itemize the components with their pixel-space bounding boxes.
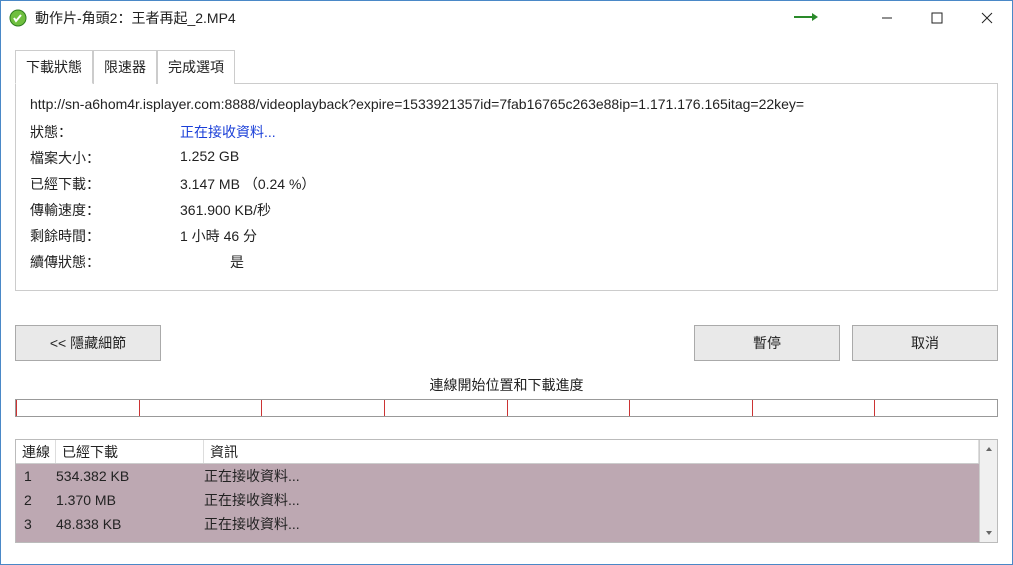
grid-body: 1534.382 KB正在接收資料...21.370 MB正在接收資料...34… bbox=[16, 464, 979, 542]
content-area: 下載狀態 限速器 完成選項 http://sn-a6hom4r.isplayer… bbox=[1, 35, 1012, 564]
filesize-value: 1.252 GB bbox=[180, 148, 983, 168]
tab-bar: 下載狀態 限速器 完成選項 bbox=[15, 49, 998, 84]
status-label: 狀態： bbox=[30, 122, 180, 142]
progress-segment-marker bbox=[507, 400, 508, 416]
transfer-animation-icon bbox=[792, 10, 822, 27]
cell-n: 3 bbox=[16, 516, 56, 532]
segmented-progress-bar bbox=[15, 399, 998, 417]
titlebar: 動作片-角頭2：王者再起_2.MP4 bbox=[1, 1, 1012, 35]
table-row[interactable]: 348.838 KB正在接收資料... bbox=[16, 512, 979, 536]
speed-label: 傳輸速度： bbox=[30, 200, 180, 220]
progress-segment-marker bbox=[874, 400, 875, 416]
progress-segment-marker bbox=[629, 400, 630, 416]
col-header-downloaded[interactable]: 已經下載 bbox=[56, 440, 204, 463]
window-title: 動作片-角頭2：王者再起_2.MP4 bbox=[35, 8, 236, 28]
speed-value: 361.900 KB/秒 bbox=[180, 200, 983, 220]
table-row[interactable]: 21.370 MB正在接收資料... bbox=[16, 488, 979, 512]
col-header-n[interactable]: 連線 bbox=[16, 440, 56, 463]
maximize-button[interactable] bbox=[912, 1, 962, 35]
hide-details-button[interactable]: << 隱藏細節 bbox=[15, 325, 161, 361]
progress-segment-marker bbox=[752, 400, 753, 416]
tab-speed-limiter[interactable]: 限速器 bbox=[93, 50, 157, 84]
scroll-up-icon[interactable] bbox=[980, 440, 997, 458]
download-url: http://sn-a6hom4r.isplayer.com:8888/vide… bbox=[30, 96, 983, 112]
filesize-label: 檔案大小： bbox=[30, 148, 180, 168]
cell-downloaded: 48.838 KB bbox=[56, 516, 204, 532]
progress-segment-marker bbox=[16, 400, 17, 416]
status-panel: http://sn-a6hom4r.isplayer.com:8888/vide… bbox=[15, 84, 998, 291]
cell-info: 正在接收資料... bbox=[204, 466, 979, 486]
status-value: 正在接收資料... bbox=[180, 122, 983, 142]
download-progress-window: 動作片-角頭2：王者再起_2.MP4 下載狀態 限速器 完成選項 http://… bbox=[0, 0, 1013, 565]
resume-value: 是 bbox=[180, 252, 983, 272]
cancel-button[interactable]: 取消 bbox=[852, 325, 998, 361]
cell-downloaded: 1.370 MB bbox=[56, 492, 204, 508]
connections-grid: 連線 已經下載 資訊 1534.382 KB正在接收資料...21.370 MB… bbox=[15, 439, 998, 543]
cell-info: 正在接收資料... bbox=[204, 514, 979, 534]
stats-grid: 狀態： 正在接收資料... 檔案大小： 1.252 GB 已經下載： 3.147… bbox=[30, 122, 983, 272]
grid-header: 連線 已經下載 資訊 bbox=[16, 440, 979, 464]
remaining-value: 1 小時 46 分 bbox=[180, 226, 983, 246]
tab-download-status[interactable]: 下載狀態 bbox=[15, 50, 93, 84]
button-row: << 隱藏細節 暫停 取消 bbox=[15, 325, 998, 361]
tab-options-on-complete[interactable]: 完成選項 bbox=[157, 50, 235, 84]
progress-segment-marker bbox=[384, 400, 385, 416]
col-header-info[interactable]: 資訊 bbox=[204, 440, 979, 463]
resume-label: 續傳狀態： bbox=[30, 252, 180, 272]
remaining-label: 剩餘時間： bbox=[30, 226, 180, 246]
progress-segment-marker bbox=[261, 400, 262, 416]
downloaded-value: 3.147 MB （0.24 %） bbox=[180, 174, 983, 194]
minimize-button[interactable] bbox=[862, 1, 912, 35]
progress-segment-marker bbox=[139, 400, 140, 416]
progress-caption: 連線開始位置和下載進度 bbox=[15, 375, 998, 395]
pause-button[interactable]: 暫停 bbox=[694, 325, 840, 361]
downloaded-label: 已經下載： bbox=[30, 174, 180, 194]
close-button[interactable] bbox=[962, 1, 1012, 35]
cell-n: 1 bbox=[16, 468, 56, 484]
scrollbar[interactable] bbox=[979, 440, 997, 542]
scroll-down-icon[interactable] bbox=[980, 524, 997, 542]
table-row[interactable]: 1534.382 KB正在接收資料... bbox=[16, 464, 979, 488]
window-controls bbox=[862, 1, 1012, 35]
app-icon bbox=[9, 9, 27, 27]
cell-downloaded: 534.382 KB bbox=[56, 468, 204, 484]
cell-n: 2 bbox=[16, 492, 56, 508]
cell-info: 正在接收資料... bbox=[204, 490, 979, 510]
